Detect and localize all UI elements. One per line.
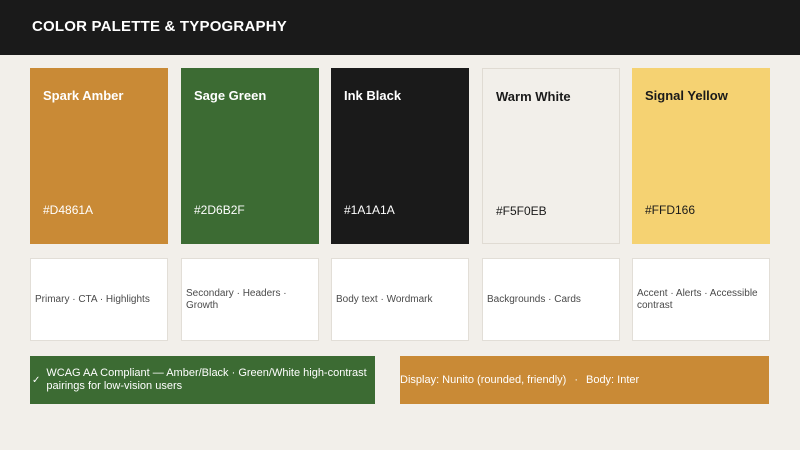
swatch-name: Warm White: [496, 89, 571, 104]
swatch-name: Ink Black: [344, 88, 402, 103]
wcag-banner: ✓ WCAG AA Compliant — Amber/Black · Gree…: [30, 356, 375, 404]
swatch-card-signal-yellow: Signal Yellow #FFD166: [632, 68, 770, 244]
swatch-hex: #F5F0EB: [496, 204, 547, 218]
page-title: COLOR PALETTE & TYPOGRAPHY: [32, 18, 287, 35]
usage-text: Primary · CTA · Highlights: [35, 293, 150, 305]
usage-text: Secondary · Headers · Growth: [186, 287, 287, 311]
swatch-hex: #1A1A1A: [344, 203, 395, 217]
usage-card-sage-green: Secondary · Headers · Growth: [181, 258, 319, 341]
header-bar: COLOR PALETTE & TYPOGRAPHY: [0, 0, 800, 55]
usage-text: Accent · Alerts · Accessible contrast: [637, 287, 758, 311]
swatch-card-warm-white: Warm White #F5F0EB: [482, 68, 620, 244]
swatch-name: Signal Yellow: [645, 88, 728, 103]
typography-banner: Display: Nunito (rounded, friendly) · Bo…: [400, 356, 769, 404]
swatch-hex: #FFD166: [645, 203, 696, 217]
swatch-name: Sage Green: [194, 88, 267, 103]
usage-card-warm-white: Backgrounds · Cards: [482, 258, 620, 341]
check-icon: ✓: [32, 374, 41, 386]
usage-card-ink-black: Body text · Wordmark: [331, 258, 469, 341]
wcag-text: WCAG AA Compliant — Amber/Black · Green/…: [46, 367, 367, 392]
usage-text: Backgrounds · Cards: [487, 293, 581, 305]
swatch-name: Spark Amber: [43, 88, 124, 103]
usage-text: Body text · Wordmark: [336, 293, 433, 305]
swatch-hex: #D4861A: [43, 203, 94, 217]
typography-separator: ·: [574, 374, 578, 386]
swatch-hex: #2D6B2F: [194, 203, 245, 217]
swatch-card-spark-amber: Spark Amber #D4861A: [30, 68, 168, 244]
usage-card-signal-yellow: Accent · Alerts · Accessible contrast: [632, 258, 770, 341]
typography-body: Body: Inter: [585, 374, 640, 386]
typography-display: Display: Nunito (rounded, friendly): [400, 374, 567, 386]
swatch-card-sage-green: Sage Green #2D6B2F: [181, 68, 319, 244]
swatch-card-ink-black: Ink Black #1A1A1A: [331, 68, 469, 244]
usage-card-spark-amber: Primary · CTA · Highlights: [30, 258, 168, 341]
